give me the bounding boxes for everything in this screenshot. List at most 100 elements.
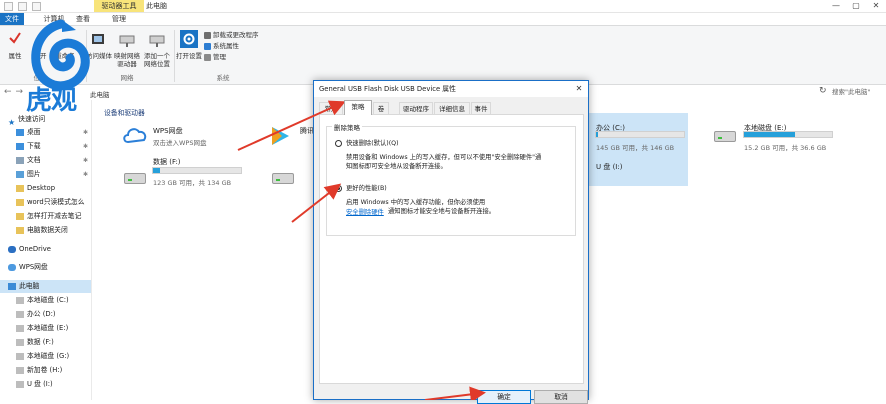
wps-cloud-icon: [8, 263, 16, 271]
dialog-close-button[interactable]: ✕: [571, 81, 587, 97]
better-performance-label[interactable]: 更好的性能(B): [346, 184, 387, 193]
ribbon-tab-row: 文件 计算机 查看 管理: [0, 13, 886, 25]
safely-remove-hardware-link[interactable]: 安全删除硬件: [346, 207, 384, 216]
tab-volumes[interactable]: 卷: [373, 102, 389, 114]
tab-events[interactable]: 事件: [471, 102, 491, 114]
pin-icon: ✱: [82, 129, 88, 136]
sidebar-item-drive[interactable]: 数据 (F:): [0, 336, 91, 349]
open-settings-button[interactable]: 打开设置: [176, 52, 202, 60]
wps-cloud-icon: [123, 128, 147, 144]
section-devices-header[interactable]: 设备和驱动器: [104, 107, 145, 117]
tencent-title[interactable]: 腾讯: [300, 126, 314, 136]
sidebar-item-drive[interactable]: 新加卷 (H:): [0, 364, 91, 377]
sidebar-item-documents[interactable]: 文档 ✱: [0, 154, 91, 167]
cancel-button[interactable]: 取消: [534, 390, 588, 404]
tab-file[interactable]: 文件: [0, 13, 24, 25]
drive-c-space: 145 GB 可用，共 146 GB: [596, 144, 675, 152]
add-network-location-button[interactable]: 添加一个网络位置: [142, 52, 172, 68]
settings-gear-icon[interactable]: [180, 30, 198, 48]
system-properties-button[interactable]: 系统属性: [204, 41, 239, 51]
uninstall-programs-button[interactable]: 卸载或更改程序: [204, 30, 259, 40]
group-system: 系统: [216, 74, 230, 82]
download-folder-icon: [16, 142, 24, 150]
add-network-location-icon[interactable]: [148, 31, 166, 49]
usb-drive-icon: [16, 380, 24, 388]
sidebar-item-downloads[interactable]: 下载 ✱: [0, 140, 91, 153]
quick-removal-radio[interactable]: [335, 140, 342, 147]
uninstall-label: 卸载或更改程序: [213, 31, 259, 39]
tab-general[interactable]: 常规: [319, 102, 343, 114]
sidebar-item-drive[interactable]: 本地磁盘 (E:): [0, 322, 91, 335]
minimize-button[interactable]: —: [826, 0, 846, 12]
sidebar-item-drive[interactable]: 本地磁盘 (C:): [0, 294, 91, 307]
drive-icon: [16, 310, 24, 318]
folder-icon: [16, 212, 24, 220]
quick-removal-desc-1: 禁用设备和 Windows 上的写入缓存，但可以不使用"安全删除硬件"通: [346, 154, 542, 161]
window-title: 此电脑: [146, 2, 167, 10]
better-performance-desc-1: 启用 Windows 中的写入缓存功能，但你必须使用: [346, 199, 486, 206]
drive-icon: [16, 324, 24, 332]
sidebar-item-this-pc[interactable]: 此电脑: [0, 280, 91, 293]
drive-f-space: 123 GB 可用，共 134 GB: [153, 179, 232, 187]
properties-button[interactable]: 属性: [2, 52, 28, 60]
drive-f-usage-bar: [152, 167, 242, 174]
documents-folder-icon: [16, 156, 24, 164]
refresh-icon[interactable]: ↻: [819, 86, 827, 96]
dialog-title: General USB Flash Disk USB Device 属性: [314, 81, 588, 97]
tab-driver[interactable]: 驱动程序: [399, 102, 433, 114]
pin-icon: ✱: [82, 157, 88, 164]
tab-manage[interactable]: 管理: [104, 13, 134, 25]
drive-f-icon: [124, 173, 146, 184]
quick-removal-label[interactable]: 快速删除(默认)(Q): [346, 139, 399, 148]
sidebar-item-drive[interactable]: 办公 (D:): [0, 308, 91, 321]
sidebar-item-onedrive[interactable]: OneDrive: [0, 243, 91, 256]
sidebar-item-folder-word[interactable]: word只读模式怎么: [0, 196, 91, 209]
drive-f-name[interactable]: 数据 (F:): [153, 157, 181, 167]
close-window-button[interactable]: ✕: [866, 0, 886, 12]
wps-drive-subtitle: 双击进入WPS网盘: [153, 139, 207, 147]
usb-drive-name[interactable]: U 盘 (I:): [596, 162, 622, 172]
sidebar-item-wps[interactable]: WPS网盘: [0, 261, 91, 274]
sidebar-item-pictures[interactable]: 图片 ✱: [0, 168, 91, 181]
quick-access-properties-icon[interactable]: [18, 2, 27, 11]
sidebar-item-folder-notes[interactable]: 怎样打开减去笔记: [0, 210, 91, 223]
programs-icon: [204, 31, 211, 39]
better-performance-radio[interactable]: [335, 185, 342, 192]
manage-icon: [204, 53, 211, 61]
system-properties-label: 系统属性: [213, 42, 239, 50]
pin-icon: ✱: [82, 171, 88, 178]
quick-removal-desc-2: 知图标即可安全地从设备断开连接。: [346, 163, 447, 170]
removal-policy-title: 删除策略: [332, 122, 362, 132]
drive-icon: [272, 173, 294, 184]
map-network-drive-icon[interactable]: [118, 31, 136, 49]
wps-drive-title[interactable]: WPS网盘: [153, 126, 183, 136]
cloud-icon: [8, 245, 16, 253]
quick-access-dropdown-icon[interactable]: [32, 2, 41, 11]
drive-icon: [16, 296, 24, 304]
tencent-video-icon: [272, 127, 289, 145]
sidebar-item-folder-pc[interactable]: 电脑数据关闭: [0, 224, 91, 237]
better-performance-desc-2: 通知图标才能安全地与设备断开连接。: [388, 208, 496, 215]
sidebar-item-usb[interactable]: U 盘 (I:): [0, 378, 91, 391]
manage-button[interactable]: 管理: [204, 52, 226, 62]
map-network-drive-button[interactable]: 映射网络驱动器: [112, 52, 142, 68]
system-icon: [204, 42, 211, 50]
sidebar-item-desktop-en[interactable]: Desktop: [0, 182, 91, 195]
sidebar-item-desktop[interactable]: 桌面 ✱: [0, 126, 91, 139]
tab-policies[interactable]: 策略: [344, 100, 372, 115]
logo-text: 虎观: [26, 86, 77, 116]
back-forward-arrows[interactable]: ←→: [4, 87, 27, 97]
usb-properties-dialog: General USB Flash Disk USB Device 属性 ✕ 常…: [313, 80, 589, 404]
quick-access-save-icon[interactable]: [4, 2, 13, 11]
folder-icon: [16, 184, 24, 192]
ribbon-separator: [174, 30, 175, 82]
checkmark-properties-icon[interactable]: [8, 30, 22, 46]
tab-details[interactable]: 详细信息: [434, 102, 470, 114]
drive-e-usage-bar: [743, 131, 833, 138]
maximize-button[interactable]: ▢: [846, 0, 866, 12]
ok-button[interactable]: 确定: [477, 390, 531, 404]
context-tab-drive-tools[interactable]: 驱动器工具: [94, 0, 144, 12]
sidebar-item-drive[interactable]: 本地磁盘 (G:): [0, 350, 91, 363]
computer-icon: [8, 282, 16, 290]
search-input[interactable]: 搜索"此电脑": [832, 87, 886, 98]
